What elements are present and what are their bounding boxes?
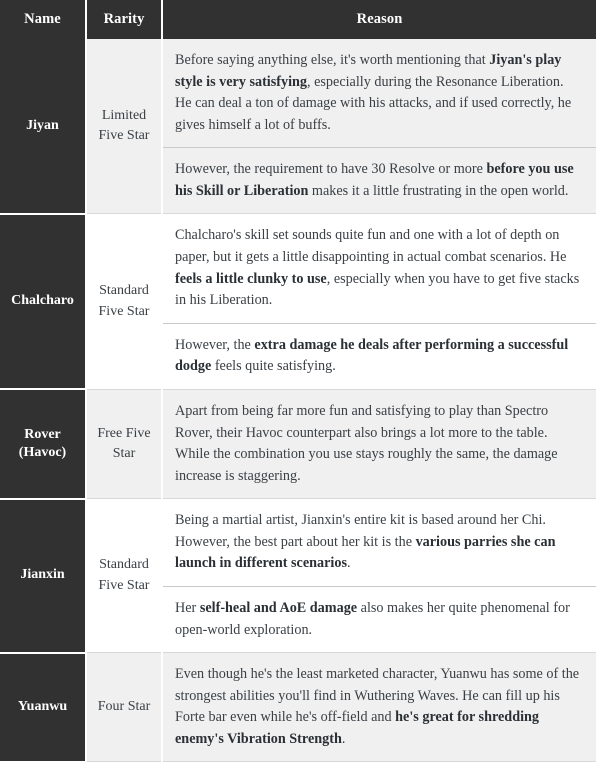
reason-paragraph: Before saying anything else, it's worth … xyxy=(163,39,596,147)
reason-text: Apart from being far more fun and satisf… xyxy=(175,402,558,484)
column-header-name: Name xyxy=(0,0,87,39)
reason-text: However, the xyxy=(175,336,255,353)
character-name-cell: Jiyan xyxy=(0,39,87,215)
character-rarity-cell: Standard Five Star xyxy=(86,498,163,654)
character-reason-cell: Being a martial artist, Jianxin's entire… xyxy=(162,498,596,654)
reason-paragraph: Apart from being far more fun and satisf… xyxy=(163,390,596,498)
character-name-cell: Chalcharo xyxy=(0,213,87,391)
reason-paragraph: Even though he's the least marketed char… xyxy=(163,653,596,761)
table-header-row: Name Rarity Reason xyxy=(0,0,596,39)
character-name-cell: Jianxin xyxy=(0,498,87,654)
character-rarity-cell: Free Five Star xyxy=(86,389,163,500)
reason-paragraph: Being a martial artist, Jianxin's entire… xyxy=(163,499,596,586)
character-reason-cell: Chalcharo's skill set sounds quite fun a… xyxy=(162,213,596,390)
reason-text: makes it a little frustrating in the ope… xyxy=(308,182,569,199)
table-body: Jiyan Limited Five Star Before saying anyt… xyxy=(0,39,596,763)
character-rarity-cell: Four Star xyxy=(86,652,163,763)
reason-text: Before saying anything else, it's worth … xyxy=(175,52,490,68)
reason-text: Chalcharo's skill set sounds quite fun a… xyxy=(175,227,567,266)
table-row: Rover (Havoc) Free Five Star Apart from be… xyxy=(0,389,596,500)
character-ranking-table: Name Rarity Reason Jiyan Limited Five Sta… xyxy=(0,0,596,763)
reason-emphasis-text: feels a little clunky to use xyxy=(175,270,327,287)
table-row: Chalcharo Standard Five Star Chalcharo's s… xyxy=(0,213,596,391)
table-row: Jianxin Standard Five Star Being a martial… xyxy=(0,498,596,654)
reason-paragraph: Chalcharo's skill set sounds quite fun a… xyxy=(163,214,596,322)
character-name-cell: Rover (Havoc) xyxy=(0,389,87,500)
character-name-cell: Yuanwu xyxy=(0,652,87,763)
reason-text: However, the requirement to have 30 Reso… xyxy=(175,161,487,178)
column-header-rarity: Rarity xyxy=(86,0,163,39)
reason-text: feels quite satisfying. xyxy=(211,358,336,375)
table-row: Yuanwu Four Star Even though he's the leas… xyxy=(0,652,596,763)
reason-paragraph: However, the extra damage he deals after… xyxy=(163,322,596,389)
reason-text: . xyxy=(341,730,346,747)
character-rarity-cell: Standard Five Star xyxy=(86,213,163,390)
character-reason-cell: Before saying anything else, it's worth … xyxy=(162,39,596,215)
table-row: Jiyan Limited Five Star Before saying anyt… xyxy=(0,39,596,215)
character-reason-cell: Even though he's the least marketed char… xyxy=(162,652,596,763)
column-header-reason: Reason xyxy=(162,0,596,39)
reason-paragraph: Her self-heal and AoE damage also makes … xyxy=(163,585,596,652)
reason-text: . xyxy=(346,555,351,572)
reason-emphasis-text: self-heal and AoE damage xyxy=(199,599,358,616)
character-rarity-cell: Limited Five Star xyxy=(86,39,163,215)
character-ranking-table-wrapper: Name Rarity Reason Jiyan Limited Five Sta… xyxy=(0,0,596,763)
reason-paragraph: However, the requirement to have 30 Reso… xyxy=(163,147,596,213)
reason-text: Her xyxy=(175,599,200,616)
character-reason-cell: Apart from being far more fun and satisf… xyxy=(162,389,596,500)
table-header: Name Rarity Reason xyxy=(0,0,596,39)
